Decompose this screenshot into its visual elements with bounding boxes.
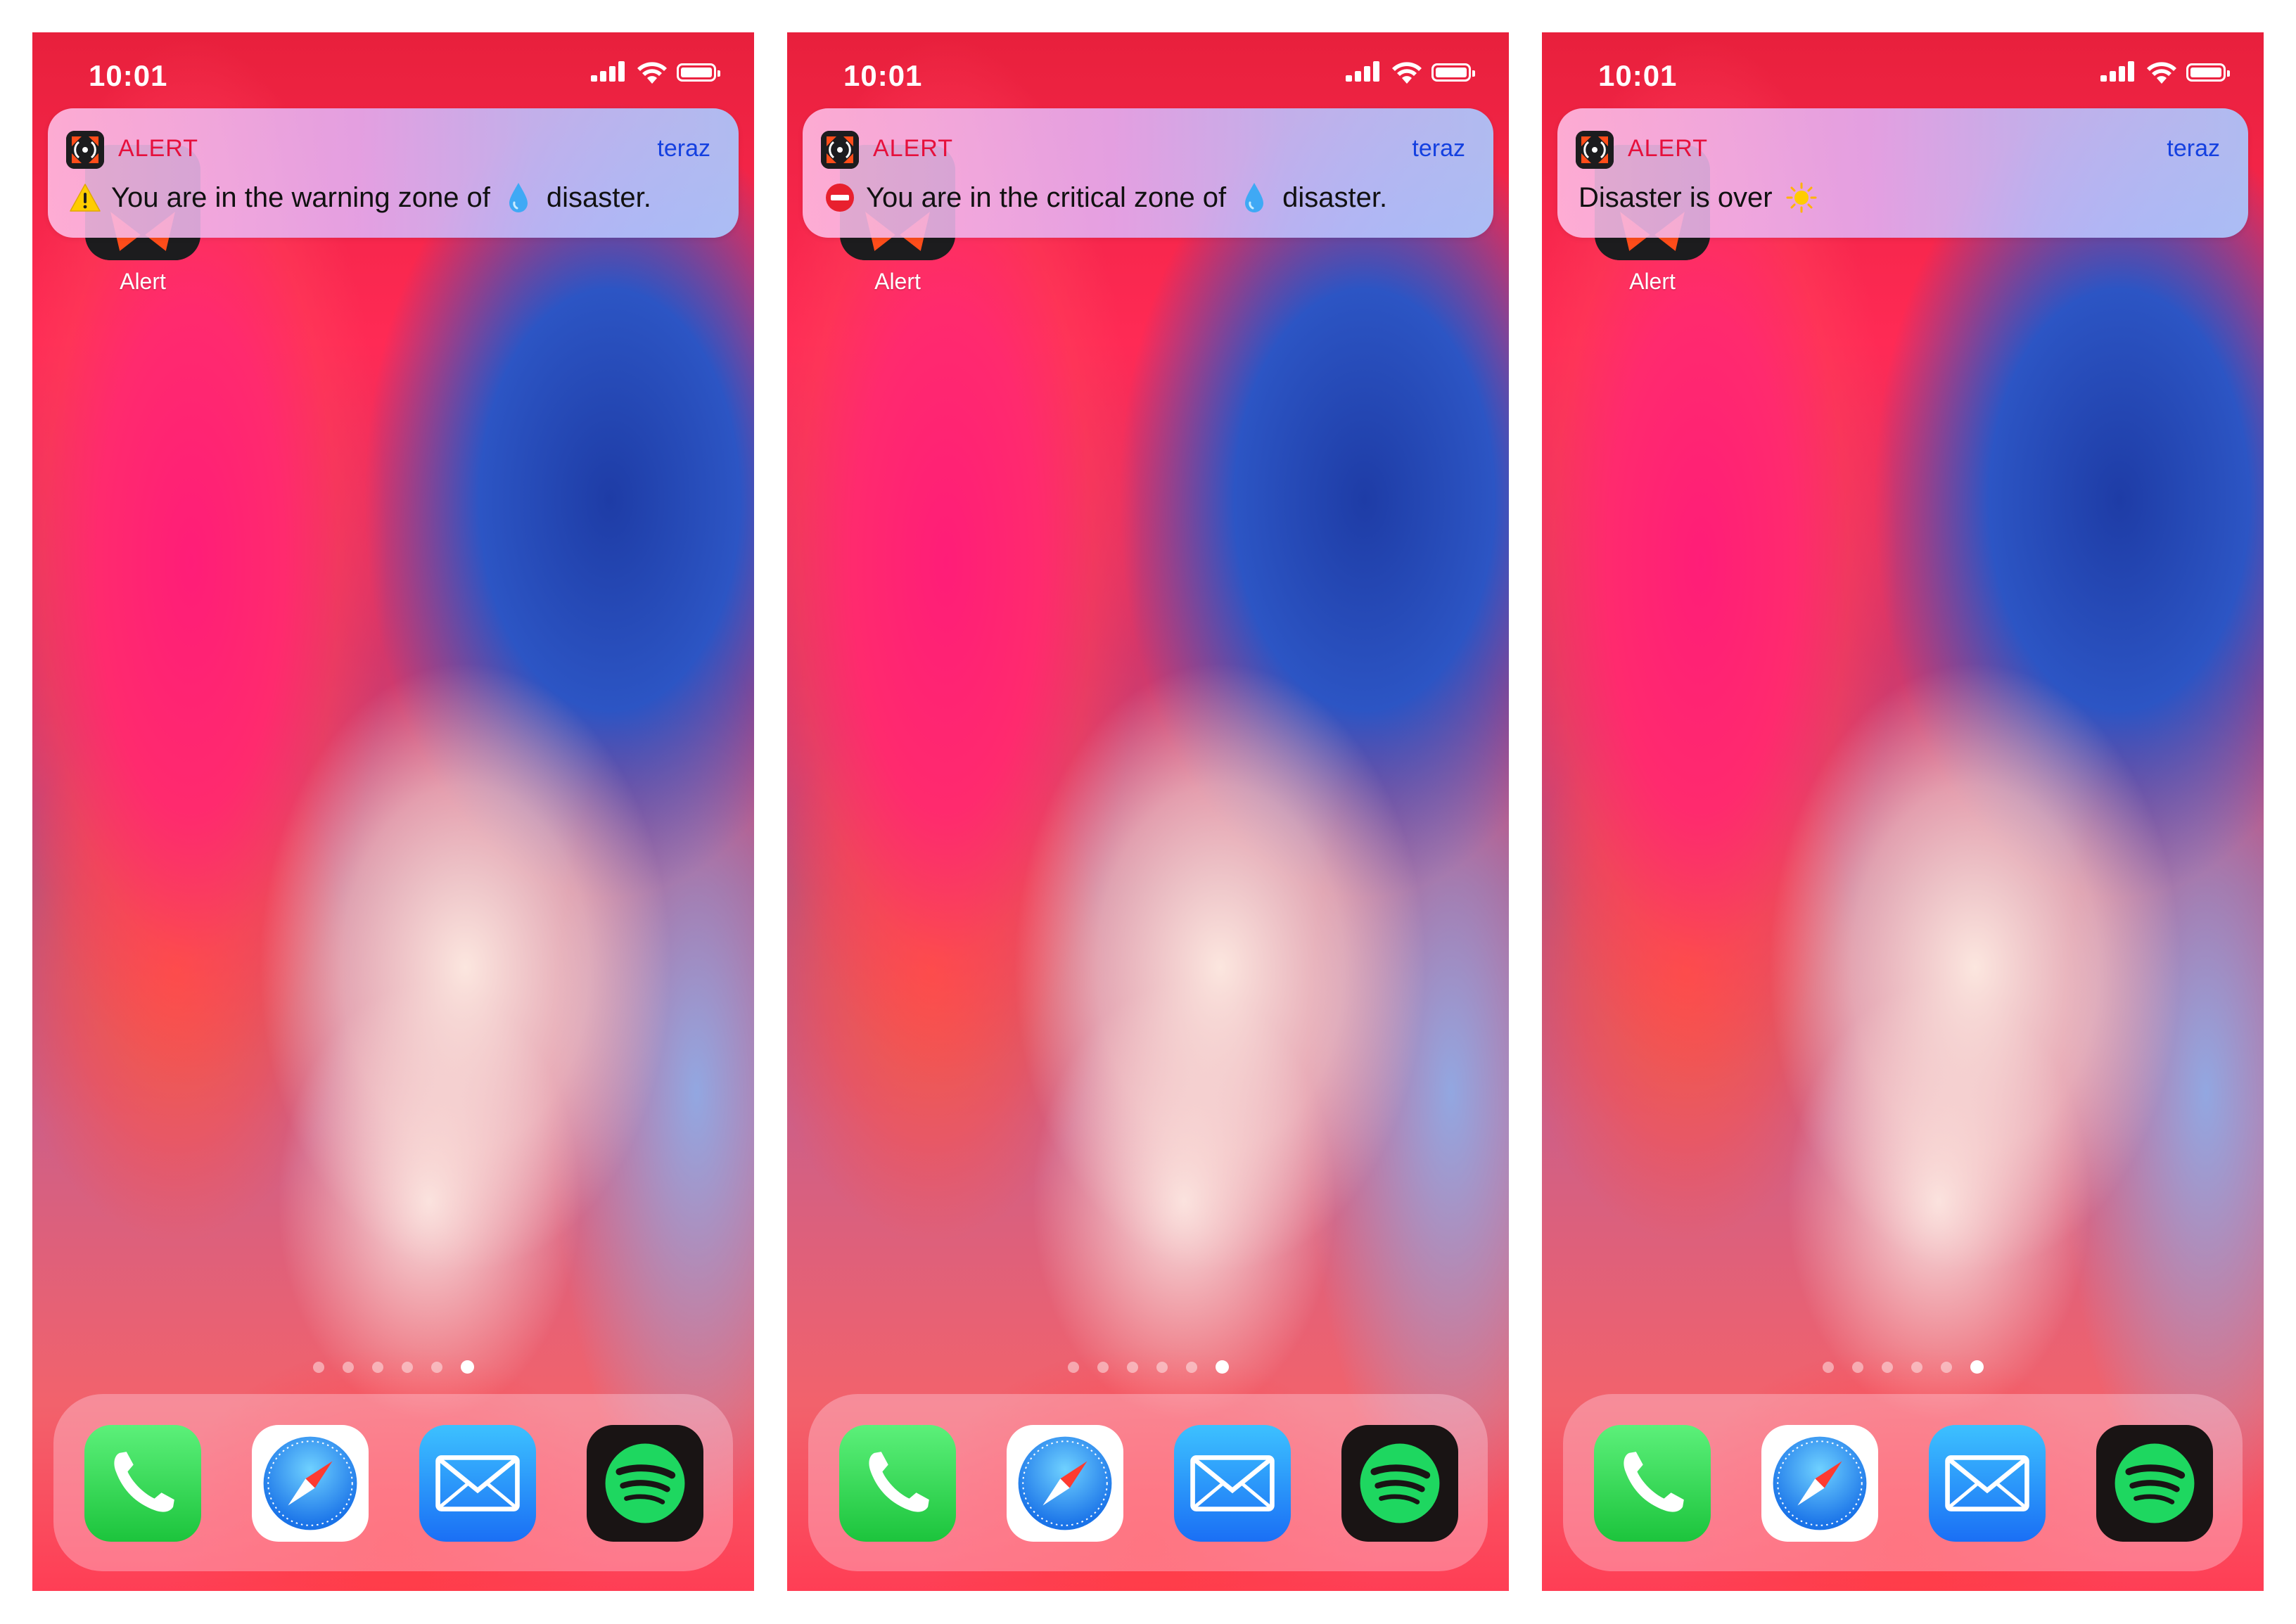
no-entry-icon [826, 184, 854, 212]
notification-banner[interactable]: ALERT teraz You are in the critical zone… [803, 108, 1493, 238]
notification-time: teraz [2167, 135, 2220, 162]
page-dot[interactable] [1940, 1361, 1952, 1373]
notification-app-name: ALERT [118, 135, 198, 162]
page-dot[interactable] [1911, 1361, 1922, 1373]
wifi-icon [1392, 62, 1422, 84]
phone-icon[interactable] [84, 1425, 201, 1542]
status-time: 10:01 [1598, 59, 1678, 92]
page-indicator[interactable] [787, 1360, 1509, 1377]
page-dot[interactable] [401, 1361, 413, 1373]
home-app-label: Alert [874, 269, 921, 294]
page-dot[interactable] [1097, 1361, 1109, 1373]
cellular-signal-icon [591, 60, 626, 82]
page-dot[interactable] [1881, 1361, 1893, 1373]
dock [1563, 1394, 2243, 1571]
notification-text-after: disaster. [1282, 181, 1388, 213]
page-dot-active[interactable] [1970, 1360, 1984, 1374]
phone-screen-over: 10:01 Alert ALERT teraz Disaster is over [1542, 32, 2264, 1591]
spotify-icon[interactable] [1341, 1425, 1458, 1542]
safari-icon[interactable] [1761, 1425, 1878, 1542]
notification-text-before: Disaster is over [1579, 181, 1773, 213]
mail-icon[interactable] [1929, 1425, 2046, 1542]
page-dot[interactable] [1822, 1361, 1834, 1373]
battery-icon [677, 63, 720, 82]
page-dot[interactable] [1185, 1361, 1197, 1373]
notification-text-before: You are in the critical zone of [866, 181, 1227, 213]
droplet-icon [509, 183, 528, 212]
sun-icon [1786, 182, 1817, 213]
page-dot[interactable] [342, 1361, 354, 1373]
page-dot-active[interactable] [1215, 1360, 1229, 1374]
wifi-icon [2147, 62, 2176, 84]
mail-icon[interactable] [1174, 1425, 1291, 1542]
status-icons [2100, 60, 2234, 86]
notification-body: You are in the warning zone of disaster. [69, 181, 651, 214]
status-bar: 10:01 [32, 32, 754, 117]
cellular-signal-icon [2100, 60, 2136, 82]
dock [808, 1394, 1488, 1571]
alert-app-icon [66, 131, 104, 169]
wifi-icon [637, 62, 667, 84]
notification-time: teraz [1412, 135, 1465, 162]
page-dot[interactable] [312, 1361, 324, 1373]
page-dot[interactable] [1067, 1361, 1079, 1373]
alert-app-icon [1576, 131, 1614, 169]
dock [53, 1394, 733, 1571]
phone-screen-critical: 10:01 Alert ALERT teraz You are in the c… [787, 32, 1509, 1591]
alert-app-icon [821, 131, 859, 169]
notification-body: You are in the critical zone of disaster… [824, 181, 1387, 214]
status-time: 10:01 [89, 59, 168, 92]
battery-icon [1431, 63, 1475, 82]
home-app-label: Alert [120, 269, 166, 294]
phone-icon[interactable] [1594, 1425, 1711, 1542]
warning-sign-icon [70, 184, 101, 212]
spotify-icon[interactable] [2096, 1425, 2213, 1542]
status-bar: 10:01 [787, 32, 1509, 117]
safari-icon[interactable] [252, 1425, 369, 1542]
status-icons [591, 60, 725, 86]
page-dot[interactable] [431, 1361, 442, 1373]
spotify-icon[interactable] [587, 1425, 703, 1542]
safari-icon[interactable] [1007, 1425, 1123, 1542]
phone-screen-warning: 10:01 Alert ALERT teraz You are in the w… [32, 32, 754, 1591]
home-app-label: Alert [1629, 269, 1676, 294]
status-bar: 10:01 [1542, 32, 2264, 117]
status-time: 10:01 [843, 59, 923, 92]
page-dot[interactable] [1126, 1361, 1138, 1373]
cellular-signal-icon [1346, 60, 1381, 82]
page-dot[interactable] [371, 1361, 383, 1373]
page-dot-active[interactable] [460, 1360, 474, 1374]
notification-banner[interactable]: ALERT teraz You are in the warning zone … [48, 108, 739, 238]
notification-text-after: disaster. [546, 181, 651, 213]
droplet-icon [1245, 183, 1264, 212]
notification-banner[interactable]: ALERT teraz Disaster is over [1557, 108, 2248, 238]
battery-icon [2186, 63, 2230, 82]
status-icons [1346, 60, 1479, 86]
page-dot[interactable] [1851, 1361, 1863, 1373]
mail-icon[interactable] [419, 1425, 536, 1542]
notification-body: Disaster is over [1579, 181, 1818, 214]
notification-app-name: ALERT [1628, 135, 1708, 162]
page-dot[interactable] [1156, 1361, 1168, 1373]
notification-time: teraz [657, 135, 710, 162]
notification-app-name: ALERT [873, 135, 953, 162]
page-indicator[interactable] [32, 1360, 754, 1377]
notification-text-before: You are in the warning zone of [111, 181, 490, 213]
phone-icon[interactable] [839, 1425, 956, 1542]
page-indicator[interactable] [1542, 1360, 2264, 1377]
